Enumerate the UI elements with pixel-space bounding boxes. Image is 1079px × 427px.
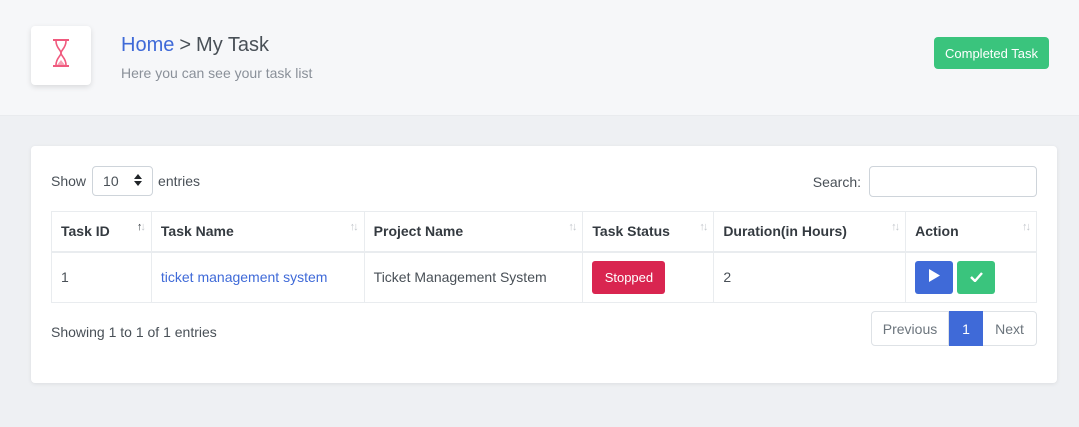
cell-duration: 2	[713, 251, 907, 303]
entries-length-control: Show 10 entries	[51, 166, 200, 196]
column-label: Project Name	[373, 223, 464, 240]
column-header-action[interactable]: Action ↑↓	[905, 211, 1037, 253]
sort-icon: ↑↓	[1022, 221, 1031, 233]
sort-icon: ↑↓	[568, 221, 577, 233]
breadcrumb-separator: >	[179, 34, 192, 56]
select-arrows-icon	[134, 173, 143, 189]
task-table: Task ID ↑↓ Task Name ↑↓ Project Name ↑↓ …	[51, 211, 1037, 303]
entries-select-value: 10	[103, 173, 119, 189]
sort-icon: ↑↓	[699, 221, 708, 233]
page-subtitle: Here you can see your task list	[121, 65, 313, 81]
check-icon	[969, 270, 983, 285]
cell-task-status: Stopped	[582, 251, 715, 303]
play-icon	[928, 269, 941, 285]
table-header-row: Task ID ↑↓ Task Name ↑↓ Project Name ↑↓ …	[51, 211, 1037, 253]
search-input[interactable]	[869, 166, 1037, 197]
header-icon-box	[31, 26, 91, 85]
breadcrumb-current: My Task	[196, 34, 270, 56]
column-label: Action	[915, 223, 959, 240]
cell-project-name: Ticket Management System	[363, 251, 584, 303]
search-label: Search:	[812, 173, 861, 190]
column-label: Task Status	[592, 223, 670, 240]
completed-task-button[interactable]: Completed Task	[934, 37, 1049, 69]
column-header-project-name[interactable]: Project Name ↑↓	[363, 211, 584, 253]
column-label: Task ID	[61, 223, 110, 240]
column-header-duration[interactable]: Duration(in Hours) ↑↓	[713, 211, 907, 253]
status-badge: Stopped	[592, 260, 666, 294]
entries-select[interactable]: 10	[92, 166, 154, 196]
pagination-previous[interactable]: Previous	[871, 311, 949, 346]
cell-task-id: 1	[51, 251, 152, 303]
table-row: 1 ticket management system Ticket Manage…	[51, 251, 1037, 303]
complete-task-button[interactable]	[957, 260, 996, 294]
title-block: Home > My Task Here you can see your task …	[121, 33, 312, 81]
table-info: Showing 1 to 1 of 1 entries	[51, 324, 217, 340]
sort-icon: ↑↓	[136, 221, 146, 233]
pagination: Previous 1 Next	[871, 311, 1037, 346]
sort-icon: ↑↓	[349, 221, 359, 233]
column-label: Task Name	[160, 223, 234, 240]
page-header: Home > My Task Here you can see your task …	[0, 0, 1079, 116]
entries-label: entries	[158, 173, 201, 189]
cell-task-name: ticket management system	[150, 251, 365, 303]
show-label: Show	[51, 173, 87, 189]
column-label: Duration(in Hours)	[723, 223, 847, 240]
hourglass-icon	[51, 38, 71, 73]
breadcrumb: Home > My Task	[121, 33, 312, 57]
task-name-link[interactable]: ticket management system	[161, 269, 328, 285]
column-header-task-name[interactable]: Task Name ↑↓	[150, 211, 365, 253]
pagination-next[interactable]: Next	[983, 311, 1037, 346]
column-header-task-id[interactable]: Task ID ↑↓	[51, 211, 152, 253]
cell-action	[905, 251, 1037, 303]
search-control: Search:	[813, 166, 1037, 197]
column-header-task-status[interactable]: Task Status ↑↓	[582, 211, 715, 253]
breadcrumb-home-link[interactable]: Home	[121, 34, 174, 56]
start-task-button[interactable]	[915, 260, 954, 294]
task-list-card: Show 10 entries Search: Task ID ↑↓ Task …	[31, 146, 1057, 383]
pagination-page-1[interactable]: 1	[949, 311, 983, 346]
sort-icon: ↑↓	[891, 221, 900, 233]
